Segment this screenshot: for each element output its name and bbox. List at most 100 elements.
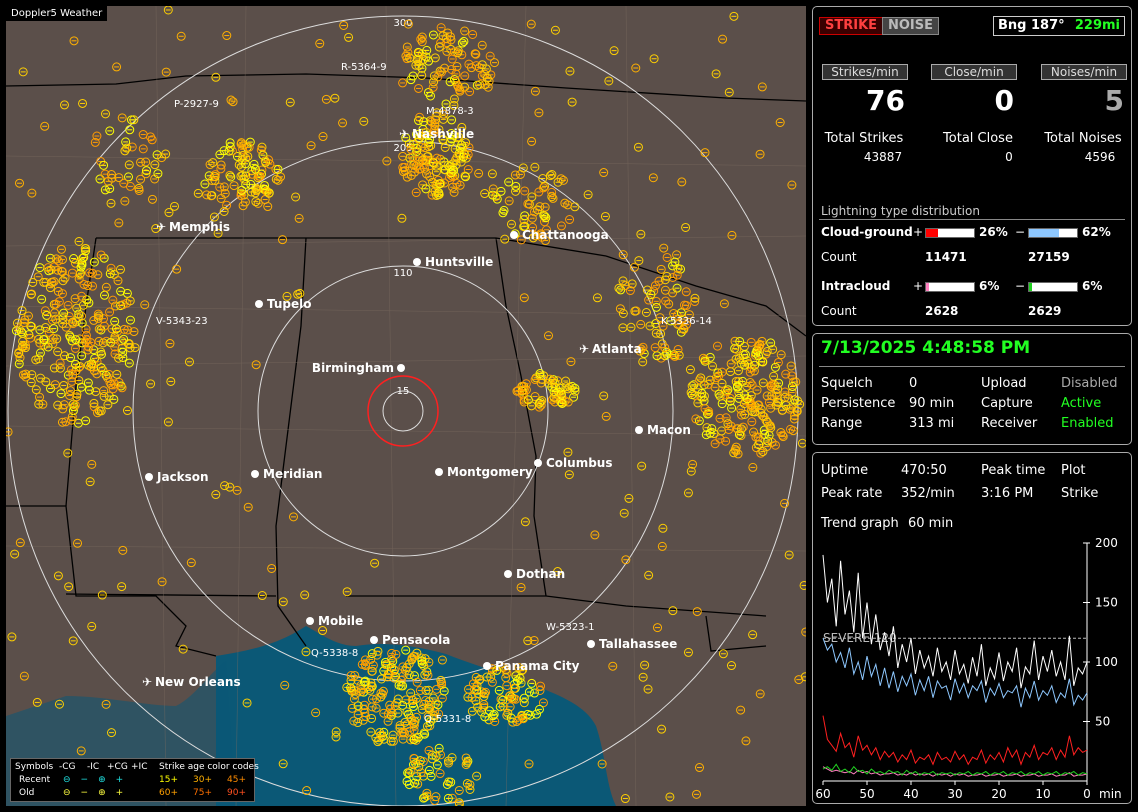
legend-type-neg-cg: -CG <box>59 762 76 772</box>
legend-old-age-1: 60+ <box>159 788 178 798</box>
distribution-divider <box>819 219 1125 220</box>
city-new-orleans[interactable]: ✈ New Orleans <box>142 675 241 689</box>
strike-symbol <box>200 179 210 189</box>
lightning-map[interactable]: 300 205 110 15 ✈ Nashville ✈ Memphis Chattanoog… <box>6 6 806 806</box>
trend-series-2 <box>822 715 1088 766</box>
city-meridian[interactable]: Meridian <box>251 467 322 481</box>
city-birmingham[interactable]: Birmingham <box>312 361 405 375</box>
strike-symbol <box>609 46 619 56</box>
strike-symbol <box>616 285 626 295</box>
strike-symbol <box>119 334 129 344</box>
x-unit-label: min <box>1099 787 1122 801</box>
strike-symbol <box>724 87 734 97</box>
strike-symbol <box>638 672 648 682</box>
strike-symbol <box>717 399 727 409</box>
strike-symbol <box>138 144 148 154</box>
storm-track-label[interactable]: W-5323-1 <box>546 622 595 633</box>
strike-symbol <box>691 789 701 799</box>
city-mobile[interactable]: Mobile <box>306 614 363 628</box>
city-huntsville[interactable]: Huntsville <box>413 255 493 269</box>
strike-symbol <box>397 213 407 223</box>
city-tupelo[interactable]: Tupelo <box>255 297 312 311</box>
strike-mode-button[interactable]: STRIKE <box>819 17 884 35</box>
strike-symbol <box>626 322 636 332</box>
strike-symbol <box>31 385 41 395</box>
x-tick-label: 40 <box>903 787 918 801</box>
strike-symbol <box>757 82 767 92</box>
city-label: Jackson <box>156 470 209 484</box>
strike-stats-panel: STRIKE NOISE Bng 187° 229mi Strikes/min … <box>812 6 1132 326</box>
strike-symbol <box>225 138 235 148</box>
upload-value: Disabled <box>1061 376 1118 391</box>
strike-symbol <box>63 300 73 310</box>
city-label: New Orleans <box>155 675 241 689</box>
strike-symbol <box>339 20 349 30</box>
city-label: Huntsville <box>425 255 493 269</box>
ic-positive-count: 2628 <box>925 304 959 318</box>
city-chattanooga[interactable]: Chattanooga <box>510 228 609 242</box>
city-dot-icon <box>397 364 405 372</box>
strike-symbol <box>267 563 277 573</box>
ic-plus-sign: + <box>913 279 924 293</box>
strike-symbol <box>278 597 288 607</box>
strike-symbol <box>739 341 749 351</box>
strike-symbol <box>672 283 682 293</box>
city-label: Atlanta <box>592 342 642 356</box>
strike-symbol <box>643 684 653 694</box>
strike-symbol <box>471 61 481 71</box>
city-memphis[interactable]: ✈ Memphis <box>156 220 230 234</box>
strike-symbol <box>35 263 45 273</box>
city-columbus[interactable]: Columbus <box>534 456 613 470</box>
strike-symbol <box>15 178 25 188</box>
storm-track-label[interactable]: V-5343-23 <box>156 316 208 327</box>
strike-symbol <box>184 357 194 367</box>
storm-track-label[interactable]: Q-5338-8 <box>311 648 358 659</box>
strike-symbol <box>150 160 160 170</box>
city-panama-city[interactable]: Panama City <box>483 659 580 673</box>
storm-track-label[interactable]: Q-5331-8 <box>424 714 471 725</box>
receiver-value: Enabled <box>1061 416 1114 431</box>
city-macon[interactable]: Macon <box>635 423 691 437</box>
city-dot-icon <box>306 617 314 625</box>
strike-symbol <box>658 523 668 533</box>
strike-symbol <box>40 306 50 316</box>
strike-symbol <box>106 198 116 208</box>
noise-mode-button[interactable]: NOISE <box>882 17 940 35</box>
strike-symbol <box>633 142 643 152</box>
city-label: Pensacola <box>382 633 450 647</box>
strike-symbol <box>294 213 304 223</box>
city-nashville[interactable]: ✈ Nashville <box>399 127 474 141</box>
city-montgomery[interactable]: Montgomery <box>435 465 533 479</box>
strike-symbol <box>229 181 239 191</box>
distribution-title: Lightning type distribution <box>821 204 980 218</box>
strike-symbol <box>707 361 717 371</box>
city-tallahassee[interactable]: Tallahassee <box>587 637 677 651</box>
strike-symbol <box>208 158 218 168</box>
city-dothan[interactable]: Dothan <box>504 567 565 581</box>
x-tick-label: 10 <box>1035 787 1050 801</box>
city-pensacola[interactable]: Pensacola <box>370 633 450 647</box>
strike-symbol <box>755 689 765 699</box>
city-atlanta[interactable]: ✈ Atlanta <box>579 342 642 356</box>
strike-symbol <box>719 299 729 309</box>
strike-symbol <box>683 488 693 498</box>
map-canvas[interactable]: 30020511015 ✈ Nashville✈ MemphisChattanoog… <box>6 6 806 806</box>
cg-minus-sign: − <box>1015 225 1026 239</box>
strike-symbol <box>64 582 74 592</box>
strike-symbol <box>662 252 672 262</box>
strike-symbol <box>640 660 650 670</box>
city-dot-icon <box>145 473 153 481</box>
storm-track-label[interactable]: K-5336-14 <box>661 316 712 327</box>
strike-symbol <box>618 276 628 286</box>
strike-symbol <box>457 38 467 48</box>
storm-track-label[interactable]: P-2927-9 <box>174 99 219 110</box>
storm-track-label[interactable]: R-5364-9 <box>341 62 387 73</box>
strike-symbol <box>748 630 758 640</box>
noises-per-min-label: Noises/min <box>1041 64 1127 80</box>
strike-symbol <box>110 316 120 326</box>
strike-symbol <box>489 58 499 68</box>
strike-symbol <box>648 173 658 183</box>
strike-symbol <box>37 294 47 304</box>
city-jackson[interactable]: Jackson <box>145 470 209 484</box>
storm-track-label[interactable]: M-4878-3 <box>426 106 474 117</box>
